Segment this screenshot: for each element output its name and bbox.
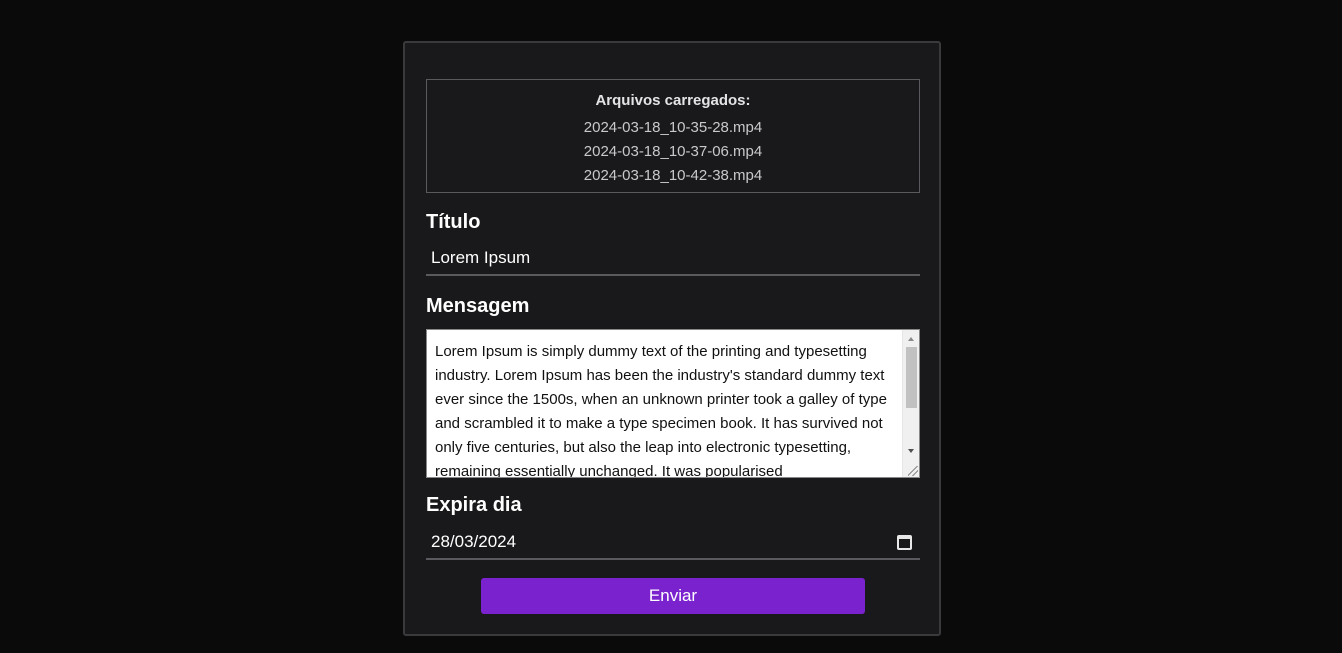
uploaded-file-item: 2024-03-18_10-42-38.mp4 [583, 167, 763, 184]
expires-date-input[interactable]: 28/03/2024 [426, 526, 920, 560]
message-textarea[interactable]: Lorem Ipsum is simply dummy text of the … [426, 329, 920, 478]
scroll-up-arrow-icon[interactable] [908, 337, 914, 341]
title-label: Título [426, 211, 481, 233]
upload-form-card: Arquivos carregados: 2024-03-18_10-35-28… [403, 41, 941, 636]
expires-label: Expira dia [426, 494, 522, 516]
uploaded-files-heading: Arquivos carregados: [595, 92, 751, 109]
submit-button[interactable]: Enviar [481, 578, 865, 614]
title-input[interactable]: Lorem Ipsum [426, 242, 920, 276]
message-scrollbar[interactable] [902, 330, 919, 477]
uploaded-file-item: 2024-03-18_10-37-06.mp4 [583, 143, 763, 160]
calendar-icon[interactable] [897, 534, 912, 550]
uploaded-files-box: Arquivos carregados: 2024-03-18_10-35-28… [426, 79, 920, 193]
scroll-down-arrow-icon[interactable] [908, 449, 914, 453]
title-input-value: Lorem Ipsum [431, 248, 531, 267]
expires-date-value: 28/03/2024 [431, 532, 517, 551]
message-label: Mensagem [426, 295, 530, 317]
message-textarea-value: Lorem Ipsum is simply dummy text of the … [435, 343, 887, 478]
uploaded-file-item: 2024-03-18_10-35-28.mp4 [583, 119, 763, 136]
resize-handle-icon[interactable] [908, 466, 918, 476]
scrollbar-thumb[interactable] [906, 347, 917, 408]
